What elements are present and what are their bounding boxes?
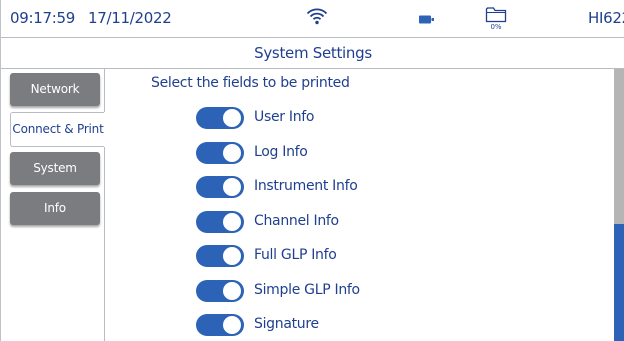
toggle-knob [223,316,241,334]
option-signature: Signature [196,314,456,336]
toggle-knob [223,178,241,196]
storage-indicator: 0% [485,6,507,32]
option-log-info: Log Info [196,142,456,164]
tab-system[interactable]: System [10,152,100,185]
option-label: Log Info [254,144,308,160]
clock-time: 09:17:59 [10,9,75,27]
storage-percent: 0% [490,23,502,31]
option-label: Full GLP Info [254,247,337,263]
channel-info-toggle[interactable] [196,211,244,233]
page-title: System Settings [1,38,624,69]
toggle-knob [223,213,241,231]
folder-icon [485,7,507,23]
option-label: Instrument Info [254,178,358,194]
simple-glp-info-toggle[interactable] [196,280,244,302]
full-glp-info-toggle[interactable] [196,245,244,267]
tab-info[interactable]: Info [10,192,100,225]
print-fields-heading: Select the fields to be printed [151,75,350,91]
option-label: Channel Info [254,213,339,229]
toggle-knob [223,282,241,300]
wifi-icon [306,8,328,25]
tab-connect-print[interactable]: Connect & Print [10,112,105,147]
toggle-knob [223,144,241,162]
log-info-toggle[interactable] [196,142,244,164]
option-simple-glp-info: Simple GLP Info [196,280,456,302]
date: 17/11/2022 [88,9,172,27]
toggle-knob [223,247,241,265]
option-label: Simple GLP Info [254,282,360,298]
tab-network[interactable]: Network [10,73,100,106]
scrollbar-thumb[interactable] [614,224,624,341]
active-tab-connector [104,112,105,147]
signature-toggle[interactable] [196,314,244,336]
user-info-toggle[interactable] [196,107,244,129]
option-label: Signature [254,316,319,332]
instrument-model: HI6221 [588,9,624,27]
status-bar: 09:17:59 17/11/2022 0% HI6221 [1,0,624,38]
screen: 09:17:59 17/11/2022 0% HI6221 System Set… [0,0,624,341]
option-channel-info: Channel Info [196,211,456,233]
toggle-knob [223,109,241,127]
instrument-info-toggle[interactable] [196,176,244,198]
option-full-glp-info: Full GLP Info [196,245,456,267]
option-instrument-info: Instrument Info [196,176,456,198]
battery-icon [419,15,434,24]
option-user-info: User Info [196,107,456,129]
option-label: User Info [254,109,315,125]
